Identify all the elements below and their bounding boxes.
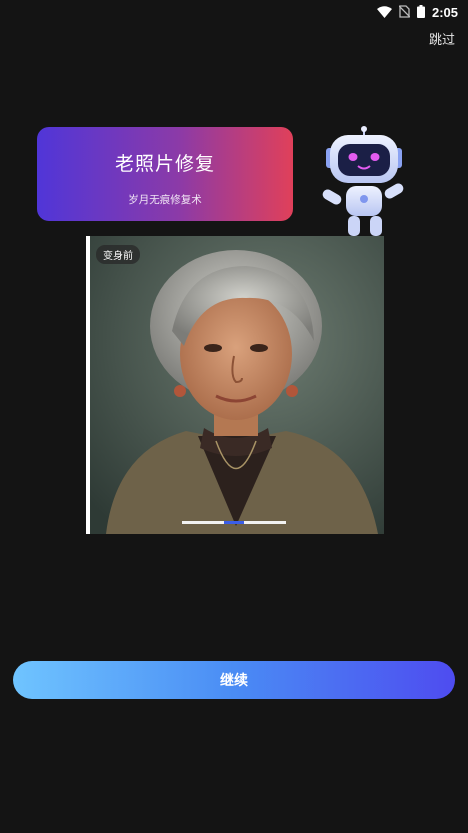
feature-title: 老照片修复 — [114, 153, 215, 175]
no-sim-icon — [398, 3, 411, 22]
progress-segment — [244, 521, 286, 524]
portrait-image — [86, 236, 384, 534]
skip-button[interactable]: 跳过 — [429, 29, 455, 48]
status-icons: 2:05 — [376, 3, 458, 22]
photo-compare-slider[interactable]: 变身前 — [86, 236, 384, 534]
battery-icon — [416, 3, 425, 22]
wifi-icon — [376, 3, 392, 22]
slide-progress-indicator — [182, 521, 286, 524]
continue-button[interactable]: 继续 — [13, 661, 455, 699]
progress-active-segment — [224, 521, 244, 524]
status-time: 2:05 — [431, 5, 458, 20]
feature-subtitle: 岁月无痕修复术 — [128, 194, 202, 206]
before-badge: 变身前 — [96, 245, 140, 264]
status-bar: 2:05 — [0, 0, 468, 22]
progress-segment — [182, 521, 224, 524]
feature-card: 老照片修复 岁月无痕修复术 — [37, 127, 293, 221]
compare-divider-handle[interactable] — [86, 236, 90, 534]
robot-mascot-icon — [318, 126, 410, 238]
